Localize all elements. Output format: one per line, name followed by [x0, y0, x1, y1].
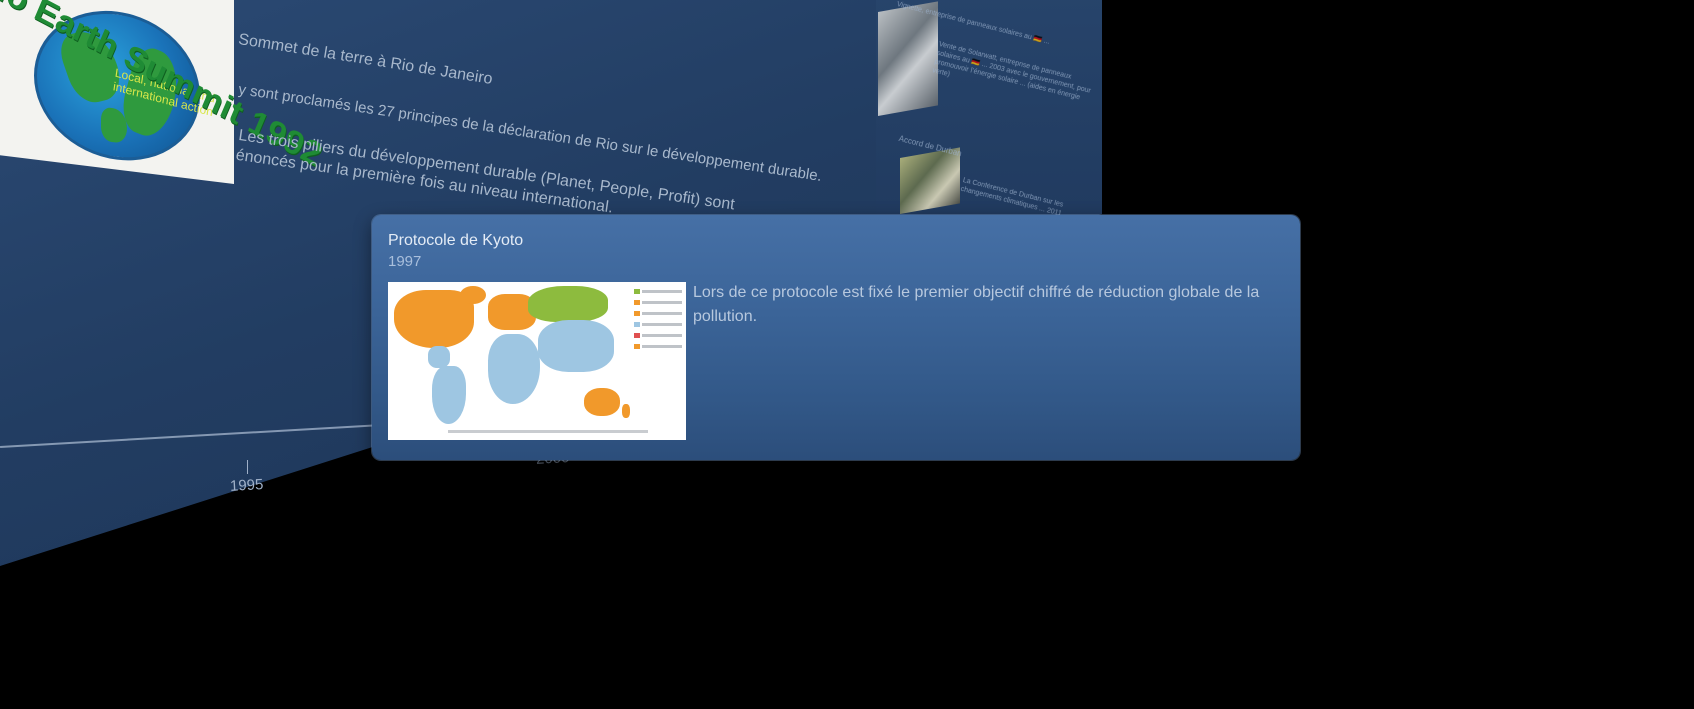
map-legend-text [642, 290, 682, 293]
timeline-tick [247, 460, 248, 474]
map-legend-item [634, 310, 682, 316]
event-card-title: Protocole de Kyoto [388, 232, 524, 249]
world-map-image[interactable] [388, 282, 686, 440]
map-region [460, 286, 486, 304]
map-legend-text [642, 312, 682, 315]
map-legend [634, 288, 682, 428]
map-legend-text [642, 323, 682, 326]
map-legend-item [634, 332, 682, 338]
map-legend-swatch [634, 344, 640, 349]
map-region [428, 346, 450, 368]
map-legend-item [634, 321, 682, 327]
map-legend-item [634, 288, 682, 294]
timeline-stage: Vignette, entreprise de panneaux solaire… [0, 0, 1694, 709]
map-region [584, 388, 620, 416]
map-region [528, 286, 608, 322]
map-region [488, 334, 540, 404]
map-legend-text [642, 345, 682, 348]
map-legend-swatch [634, 289, 640, 294]
map-legend-text [642, 301, 682, 304]
side-event-thumbnail-durban[interactable] [900, 147, 960, 214]
map-legend-swatch [634, 322, 640, 327]
map-legend-swatch [634, 300, 640, 305]
timeline-tick-label: 1995 [229, 476, 264, 495]
map-region [538, 320, 614, 372]
side-event-thumbnail-solar[interactable] [878, 1, 938, 117]
event-card-description: Lors de ce protocole est fixé le premier… [693, 284, 1260, 325]
map-legend-text [642, 334, 682, 337]
map-legend-item [634, 343, 682, 349]
map-region [432, 366, 466, 424]
event-card-year: 1997 [388, 253, 422, 270]
rio-summit-logo[interactable]: Local, national and international action… [0, 0, 327, 185]
event-card-kyoto[interactable]: Protocole de Kyoto 1997 Lors de ce proto… [372, 215, 1300, 460]
map-region [622, 404, 630, 418]
map-legend-swatch [634, 311, 640, 316]
map-legend-item [634, 299, 682, 305]
map-footnote [448, 430, 648, 433]
map-legend-swatch [634, 333, 640, 338]
